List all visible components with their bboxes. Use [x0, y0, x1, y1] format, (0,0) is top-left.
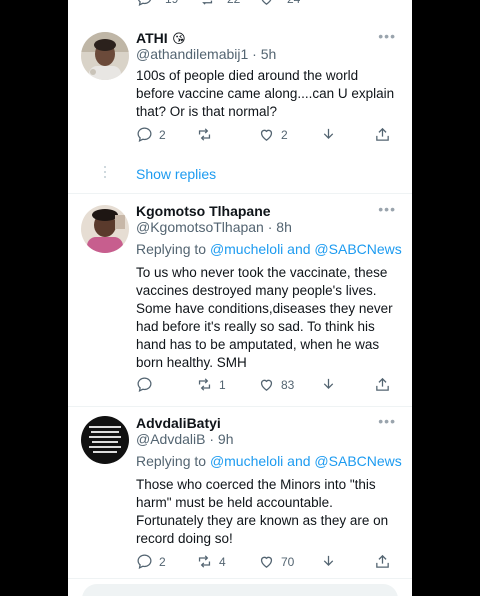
thread-dots — [104, 166, 106, 181]
share-icon — [376, 554, 389, 568]
share-button[interactable] — [374, 376, 391, 393]
show-replies-link[interactable]: Show replies — [136, 166, 216, 182]
retweet-button[interactable] — [196, 126, 219, 143]
share-button[interactable] — [374, 553, 391, 570]
share-icon — [376, 127, 389, 141]
more-icon[interactable]: ••• — [378, 28, 396, 44]
like-button[interactable]: 70 — [258, 553, 294, 570]
tweet-actions: 2 4 70 — [136, 553, 398, 573]
retweet-icon — [198, 555, 211, 568]
reply-count: 2 — [159, 127, 166, 142]
tweet-text: Those who coerced the Minors into "this … — [136, 477, 389, 546]
like-count: 24 — [287, 0, 300, 6]
timeline-panel: 19 22 24 ATHI 😘 ••• @at — [68, 0, 412, 596]
retweet-count: 1 — [219, 377, 226, 392]
like-icon — [260, 129, 273, 141]
handle[interactable]: @KgomotsoTlhapan — [136, 219, 264, 235]
share-button[interactable] — [374, 126, 391, 143]
timestamp[interactable]: 9h — [218, 431, 234, 447]
reply-button[interactable]: 19 — [136, 0, 178, 7]
tweet-actions: 2 2 — [136, 126, 398, 146]
replying-to: Replying to @mucheloli and @SABCNews — [136, 453, 402, 469]
divider — [68, 193, 412, 194]
like-button[interactable]: 2 — [258, 126, 288, 143]
divider — [68, 406, 412, 407]
reply-button[interactable]: 2 — [136, 126, 166, 143]
name-emoji: 😘 — [172, 31, 186, 46]
avatar[interactable] — [81, 416, 129, 464]
retweet-button[interactable]: 1 — [196, 376, 226, 393]
previous-tweet-actions: 19 22 24 — [68, 0, 412, 10]
reply-button[interactable]: 2 — [136, 553, 166, 570]
download-icon — [323, 378, 334, 389]
download-icon — [323, 128, 334, 139]
handle[interactable]: @athandilemabij1 — [136, 46, 248, 62]
tweet-text: To us who never took the vaccinate, thes… — [136, 265, 393, 370]
replying-to-link[interactable]: @mucheloli and @SABCNews — [210, 241, 402, 257]
handle[interactable]: @AdvdaliB — [136, 431, 205, 447]
tweet-actions: 1 83 — [136, 376, 398, 396]
like-icon — [261, 0, 272, 5]
download-button[interactable] — [320, 376, 337, 393]
retweet-button[interactable]: 22 — [198, 0, 240, 7]
tweet-meta: @KgomotsoTlhapan · 8h — [136, 219, 292, 235]
divider — [68, 578, 412, 579]
like-button[interactable]: 83 — [258, 376, 294, 393]
retweet-button[interactable]: 4 — [196, 553, 226, 570]
download-button[interactable] — [320, 553, 337, 570]
retweet-count: 22 — [227, 0, 240, 6]
download-icon — [323, 555, 334, 566]
more-icon[interactable]: ••• — [378, 413, 396, 429]
reply-count: 19 — [165, 0, 178, 6]
retweet-count: 4 — [219, 554, 226, 569]
like-count: 2 — [281, 127, 288, 142]
tweet-meta: @athandilemabij1 · 5h — [136, 46, 277, 62]
timestamp[interactable]: 8h — [276, 219, 292, 235]
tweet-text: 100s of people died around the world bef… — [136, 68, 395, 119]
display-name[interactable]: ATHI — [136, 30, 168, 46]
replying-to: Replying to @mucheloli and @SABCNews — [136, 241, 402, 257]
like-count: 83 — [281, 377, 295, 392]
reply-icon — [137, 554, 152, 570]
replying-to-prefix: Replying to — [136, 241, 210, 257]
like-icon — [260, 556, 273, 568]
download-button[interactable] — [320, 126, 337, 143]
retweet-icon — [198, 128, 211, 141]
like-icon — [260, 379, 273, 391]
display-name[interactable]: AdvdaliBatyi — [136, 415, 221, 431]
retweet-icon — [198, 378, 211, 391]
reply-icon — [137, 127, 152, 143]
avatar[interactable] — [81, 205, 129, 253]
timestamp[interactable]: 5h — [261, 46, 277, 62]
replying-to-link[interactable]: @mucheloli and @SABCNews — [210, 453, 402, 469]
share-icon — [376, 377, 389, 391]
reply-icon — [137, 0, 152, 7]
reply-count: 2 — [159, 554, 166, 569]
display-name[interactable]: Kgomotso Tlhapane — [136, 203, 271, 219]
replying-to-prefix: Replying to — [136, 453, 210, 469]
like-count: 70 — [281, 554, 295, 569]
tweet-meta: @AdvdaliB · 9h — [136, 431, 234, 447]
reply-compose-input[interactable] — [82, 584, 398, 596]
like-button[interactable]: 24 — [258, 0, 300, 7]
reply-button[interactable] — [136, 376, 159, 393]
reply-icon — [137, 377, 152, 393]
avatar[interactable] — [81, 32, 129, 80]
more-icon[interactable]: ••• — [378, 201, 396, 217]
retweet-icon — [202, 0, 213, 5]
